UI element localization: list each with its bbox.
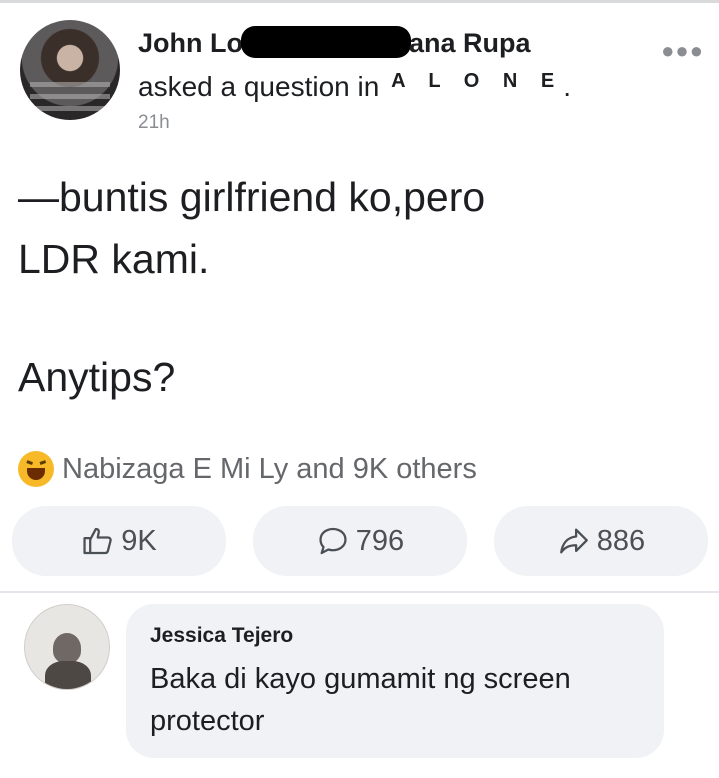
thumbs-up-icon [83,527,112,555]
reactions-summary-text: Nabizaga E Mi Ly and 9K others [62,452,477,485]
comment-button[interactable]: 796 [253,506,467,576]
commenter-avatar[interactable] [24,604,110,690]
like-count: 9K [121,524,157,557]
share-arrow-icon [559,528,588,554]
post-text-line-2: LDR kami. [18,236,210,282]
comment-bubble-icon [319,527,347,555]
post-text-line-3: Anytips? [18,354,176,400]
author-name-first: John Lo [138,28,243,58]
share-button[interactable]: 886 [494,506,708,576]
comment-text: Baka di kayo gumamit ng screen protector [150,663,571,737]
author-name[interactable]: John Lo ana Rupa [138,26,531,59]
section-divider [0,591,719,593]
share-count: 886 [596,524,646,557]
like-button[interactable]: 9K [12,506,226,576]
more-dots-icon[interactable]: ●●● [661,38,704,64]
reactions-summary[interactable]: Nabizaga E Mi Ly and 9K others [18,449,477,489]
post-timestamp[interactable]: 21h [138,112,170,134]
post-body: —buntis girlfriend ko,pero LDR kami. Any… [18,166,698,408]
asked-question-line: asked a question in A L O N E. [138,70,571,103]
group-name-link[interactable]: A L O N E [391,70,563,92]
post-actions: 9K 796 886 [12,506,708,576]
author-name-last: ana Rupa [408,28,531,58]
haha-reaction-icon [18,451,54,487]
author-avatar[interactable] [20,20,120,120]
comment-bubble: Jessica Tejero Baka di kayo gumamit ng s… [126,604,664,758]
post-text-line-1: —buntis girlfriend ko,pero [18,174,486,220]
comment-count: 796 [355,524,405,557]
group-suffix: . [563,71,571,102]
top-divider [0,0,719,3]
redaction-bar [240,26,411,58]
commenter-name[interactable]: Jessica Tejero [150,624,640,648]
post-header: John Lo ana Rupa asked a question in A L … [20,20,710,140]
asked-prefix: asked a question in [138,71,380,102]
